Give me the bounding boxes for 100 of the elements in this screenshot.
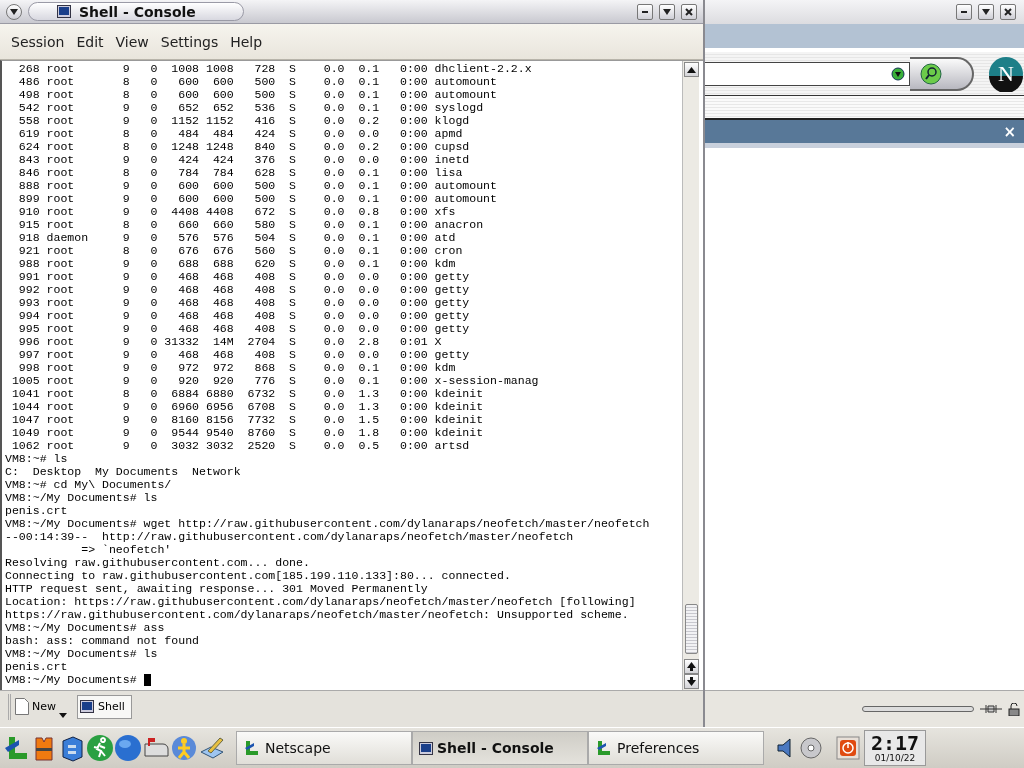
terminal-line: 921 root 8 0 676 676 560 S 0.0 0.1 0:00 cron xyxy=(17,244,464,257)
terminal-line: 542 root 9 0 652 652 536 S 0.0 0.1 0:00 syslogd xyxy=(17,101,485,114)
kde-logo-icon xyxy=(595,739,613,757)
maximize-button[interactable] xyxy=(978,4,994,20)
menu-item[interactable]: Session xyxy=(5,33,71,50)
taskbar-task[interactable]: Shell - Console xyxy=(412,731,588,765)
terminal-line: HTTP request sent, awaiting response... 301 Moved Permanently xyxy=(5,582,429,595)
terminal-line: https://raw.githubusercontent.com/dylanaraps/neofetch/master/neofetch: Unsupported scheme. xyxy=(5,608,630,621)
url-field[interactable] xyxy=(705,61,910,86)
terminal-line: 486 root 8 0 600 600 500 S 0.0 0.1 0:00 automount xyxy=(17,75,498,88)
power-icon[interactable] xyxy=(836,736,860,760)
terminal-line: 918 daemon 9 0 576 576 504 S 0.0 0.1 0:00 atd xyxy=(17,231,457,244)
scroll-down-button[interactable] xyxy=(683,674,699,689)
terminal-line: 619 root 8 0 484 484 424 S 0.0 0.0 0:00 apmd xyxy=(17,127,464,140)
terminal-line: 1005 root 9 0 920 920 776 S 0.0 0.1 0:00 x-session-manag xyxy=(10,374,540,387)
caret-icon xyxy=(982,9,990,15)
close-button[interactable] xyxy=(681,3,697,20)
menu-item[interactable]: Settings xyxy=(154,33,225,50)
terminal-line: VM8:~/My Documents# ass xyxy=(5,621,166,634)
session-tab[interactable]: Shell xyxy=(77,694,132,719)
terminal-line: => `neofetch' xyxy=(80,543,173,556)
terminal-icon xyxy=(57,5,71,18)
terminal-line: 899 root 9 0 600 600 500 S 0.0 0.1 0:00 automount xyxy=(17,192,498,205)
terminal-icon xyxy=(80,700,94,713)
minimize-button[interactable] xyxy=(956,4,972,20)
scrollbar-thumb[interactable] xyxy=(684,604,698,654)
terminal-line: 1041 root 8 0 6884 6880 6732 S 0.0 1.3 0:00 kdeinit xyxy=(10,387,485,400)
down-arrow-icon xyxy=(686,677,696,686)
clock[interactable]: 2:17 01/10/22 xyxy=(864,730,926,766)
scrollbar[interactable] xyxy=(682,61,699,690)
terminal-line: 498 root 8 0 600 600 500 S 0.0 0.1 0:00 automount xyxy=(17,88,498,101)
terminal-line: penis.crt xyxy=(5,660,69,673)
terminal-line: VM8:~/My Documents# wget http://raw.githubusercontent.com/dylanaraps/neofetch/master/neofetch xyxy=(5,517,651,530)
terminal-line: 1049 root 9 0 9544 9540 8760 S 0.0 1.8 0:00 kdeinit xyxy=(10,426,485,439)
terminal-line: VM8:~/My Documents# ls xyxy=(5,647,159,660)
lock-icon xyxy=(1008,702,1020,716)
terminal-prompt: VM8:~/My Documents# xyxy=(5,673,137,686)
scroll-up-button[interactable] xyxy=(683,659,699,674)
caret-icon xyxy=(59,712,67,718)
terminal-line: 1047 root 9 0 8160 8156 7732 S 0.0 1.5 0:00 kdeinit xyxy=(10,413,485,426)
terminal-line: 994 root 9 0 468 468 408 S 0.0 0.0 0:00 getty xyxy=(17,309,471,322)
terminal-line: 997 root 9 0 468 468 408 S 0.0 0.0 0:00 getty xyxy=(17,348,471,361)
terminal-line: 268 root 9 0 1008 1008 728 S 0.0 0.1 0:00 dhclient-2.2.x xyxy=(17,62,533,75)
document-icon xyxy=(15,698,29,715)
kde-logo-icon xyxy=(243,739,261,757)
scroll-up-button[interactable] xyxy=(683,62,699,77)
close-sidebar-button[interactable]: × xyxy=(1001,122,1018,141)
minimize-icon xyxy=(961,11,967,13)
terminal-icon xyxy=(419,741,433,755)
terminal-line: 558 root 9 0 1152 1152 416 S 0.0 0.2 0:00 klogd xyxy=(17,114,471,127)
search-button[interactable] xyxy=(910,56,974,91)
window-title: Shell - Console xyxy=(28,2,244,21)
dropdown-icon[interactable] xyxy=(891,66,905,81)
terminal-line: 998 root 9 0 972 972 868 S 0.0 0.1 0:00 kdm xyxy=(17,361,457,374)
terminal-line: penis.crt xyxy=(5,504,69,517)
terminal-line: 624 root 8 0 1248 1248 840 S 0.0 0.2 0:00 cupsd xyxy=(17,140,471,153)
minimize-button[interactable] xyxy=(637,3,653,20)
terminal-line: 846 root 8 0 784 784 628 S 0.0 0.1 0:00 lisa xyxy=(17,166,464,179)
caret-icon xyxy=(663,8,671,15)
up-arrow-icon xyxy=(686,662,696,671)
disc-icon[interactable] xyxy=(800,737,822,759)
minimize-icon xyxy=(642,10,648,13)
terminal-line: VM8:~/My Documents# ls xyxy=(5,491,159,504)
search-icon xyxy=(920,62,942,85)
terminal-line: --00:14:39-- http://raw.githubusercontent.com/dylanaraps/neofetch/master/neofetch xyxy=(5,530,575,543)
terminal-line: 843 root 9 0 424 424 376 S 0.0 0.0 0:00 inetd xyxy=(17,153,471,166)
netscape-logo: N xyxy=(988,55,1024,92)
terminal-line: 993 root 9 0 468 468 408 S 0.0 0.0 0:00 getty xyxy=(17,296,471,309)
terminal-line: Connecting to raw.githubusercontent.com[185.199.110.133]:80... connected. xyxy=(5,569,512,582)
terminal-line: bash: ass: command not found xyxy=(5,634,201,647)
close-icon xyxy=(1004,8,1012,16)
terminal-line: 1062 root 9 0 3032 3032 2520 S 0.0 0.5 0:00 artsd xyxy=(10,439,471,452)
taskbar-task[interactable]: Preferences xyxy=(588,731,764,765)
taskbar-task[interactable]: Netscape xyxy=(236,731,412,765)
up-arrow-icon xyxy=(686,66,696,73)
caret-icon xyxy=(10,8,18,15)
close-icon xyxy=(685,7,693,16)
menu-item[interactable]: Help xyxy=(224,33,269,50)
terminal-line: 988 root 9 0 688 688 620 S 0.0 0.1 0:00 kdm xyxy=(17,257,457,270)
terminal-line: Resolving raw.githubusercontent.com... done. xyxy=(5,556,311,569)
menu-item[interactable]: View xyxy=(109,33,155,50)
terminal-line: 995 root 9 0 468 468 408 S 0.0 0.0 0:00 getty xyxy=(17,322,471,335)
maximize-button[interactable] xyxy=(659,3,675,20)
terminal-line: Location: https://raw.githubusercontent.com/dylanaraps/neofetch/master/neofetch [following] xyxy=(5,595,637,608)
terminal-line: C: Desktop My Documents Network xyxy=(5,465,242,478)
menu-item[interactable]: Edit xyxy=(70,33,110,50)
terminal-line: 992 root 9 0 468 468 408 S 0.0 0.0 0:00 getty xyxy=(17,283,471,296)
terminal-line: 996 root 9 0 31332 14M 2704 S 0.0 2.8 0:01 X xyxy=(17,335,443,348)
window-menu-button[interactable] xyxy=(6,3,22,20)
terminal-line: 910 root 9 0 4408 4408 672 S 0.0 0.8 0:00 xfs xyxy=(17,205,457,218)
new-session-button[interactable]: New xyxy=(8,693,71,720)
terminal-line: 991 root 9 0 468 468 408 S 0.0 0.0 0:00 getty xyxy=(17,270,471,283)
plug-icon xyxy=(980,704,1002,714)
terminal-line: 915 root 8 0 660 660 580 S 0.0 0.1 0:00 anacron xyxy=(17,218,485,231)
terminal-line: VM8:~# ls xyxy=(5,452,69,465)
close-button[interactable] xyxy=(1000,4,1016,20)
text-cursor xyxy=(143,673,151,686)
terminal-line: VM8:~# cd My\ Documents/ xyxy=(5,478,173,491)
terminal-line: 1044 root 9 0 6960 6956 6708 S 0.0 1.3 0:00 kdeinit xyxy=(10,400,485,413)
terminal-line: 888 root 9 0 600 600 500 S 0.0 0.1 0:00 automount xyxy=(17,179,498,192)
